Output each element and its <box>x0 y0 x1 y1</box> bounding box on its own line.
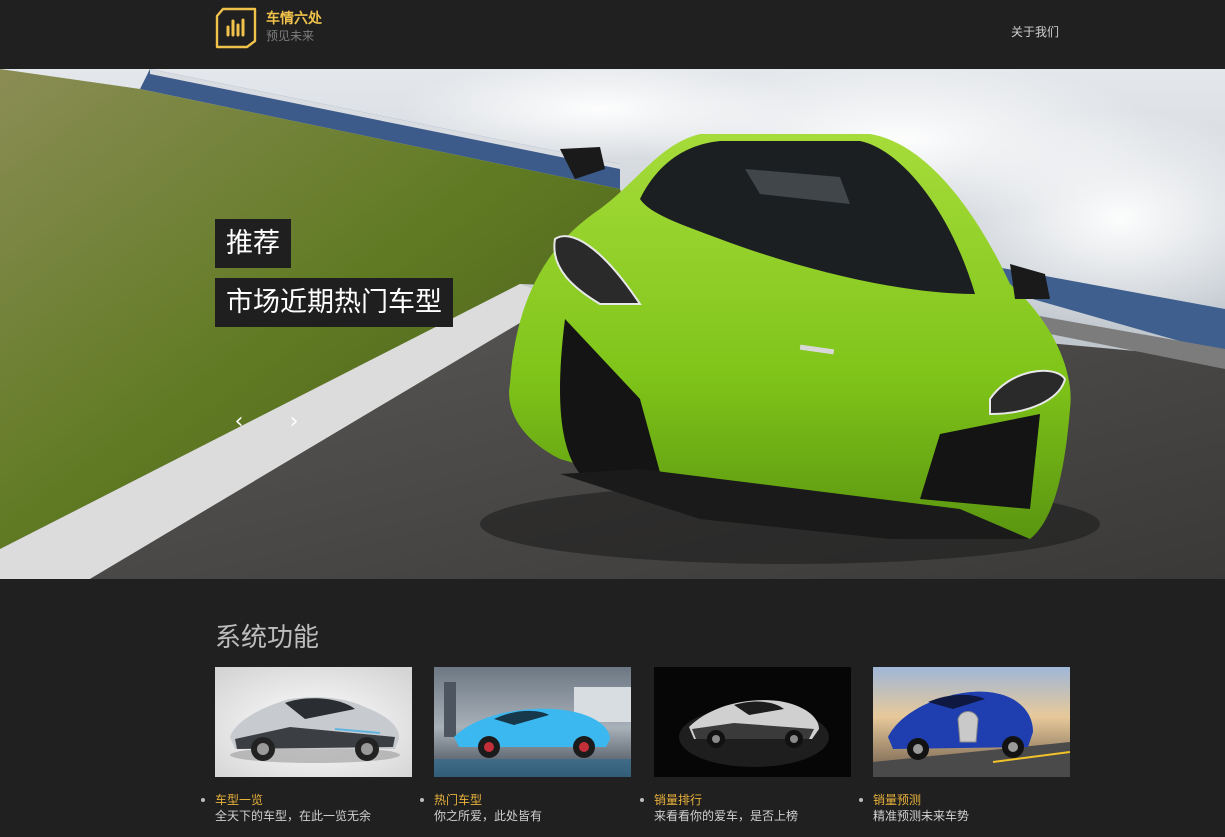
logo-title: 车情六处 <box>266 11 322 27</box>
feature-image-sales-rank[interactable] <box>654 667 851 777</box>
feature-link-sales-forecast[interactable]: 销量预测 <box>873 792 1070 808</box>
nav-about-link[interactable]: 关于我们 <box>1011 23 1059 40</box>
feature-image-sales-forecast[interactable] <box>873 667 1070 777</box>
logo-subtitle: 预见未来 <box>266 29 315 43</box>
feature-desc-models: 全天下的车型，在此一览无余 <box>215 809 372 823</box>
bullet-icon <box>201 798 205 802</box>
site-header: 车情六处 预见未来 关于我们 <box>0 0 1225 69</box>
hero-title: 市场近期热门车型 <box>215 278 453 327</box>
hero-carousel: 推荐 市场近期热门车型 ‹ › <box>0 69 1225 579</box>
hero-image <box>0 69 1225 579</box>
chevron-left-icon[interactable]: ‹ <box>230 411 248 433</box>
feature-card-models: 车型一览 全天下的车型，在此一览无余 <box>201 667 412 824</box>
feature-link-hot[interactable]: 热门车型 <box>434 792 631 808</box>
feature-image-hot[interactable] <box>434 667 631 777</box>
feature-card-sales-forecast: 销量预测 精准预测未来车势 <box>859 667 1070 824</box>
features-title: 系统功能 <box>215 623 320 653</box>
feature-card-hot: 热门车型 你之所爱，此处皆有 <box>420 667 631 824</box>
feature-desc-hot: 你之所爱，此处皆有 <box>434 809 543 823</box>
site-logo[interactable]: 车情六处 预见未来 <box>215 7 322 49</box>
feature-link-models[interactable]: 车型一览 <box>215 792 412 808</box>
feature-desc-sales-forecast: 精准预测未来车势 <box>873 809 970 823</box>
bullet-icon <box>859 798 863 802</box>
list-item: 热门车型 你之所爱，此处皆有 <box>420 792 631 824</box>
list-item: 销量预测 精准预测未来车势 <box>859 792 1070 824</box>
feature-card-sales-rank: 销量排行 来看看你的爱车，是否上榜 <box>640 667 851 824</box>
chevron-right-icon[interactable]: › <box>285 411 303 433</box>
feature-link-sales-rank[interactable]: 销量排行 <box>654 792 851 808</box>
bullet-icon <box>640 798 644 802</box>
list-item: 车型一览 全天下的车型，在此一览无余 <box>201 792 412 824</box>
list-item: 销量排行 来看看你的爱车，是否上榜 <box>640 792 851 824</box>
hero-tag: 推荐 <box>215 219 291 268</box>
feature-desc-sales-rank: 来看看你的爱车，是否上榜 <box>654 809 799 823</box>
bullet-icon <box>420 798 424 802</box>
logo-text: 车情六处 预见未来 <box>266 11 322 45</box>
feature-image-models[interactable] <box>215 667 412 777</box>
logo-icon <box>215 7 257 49</box>
